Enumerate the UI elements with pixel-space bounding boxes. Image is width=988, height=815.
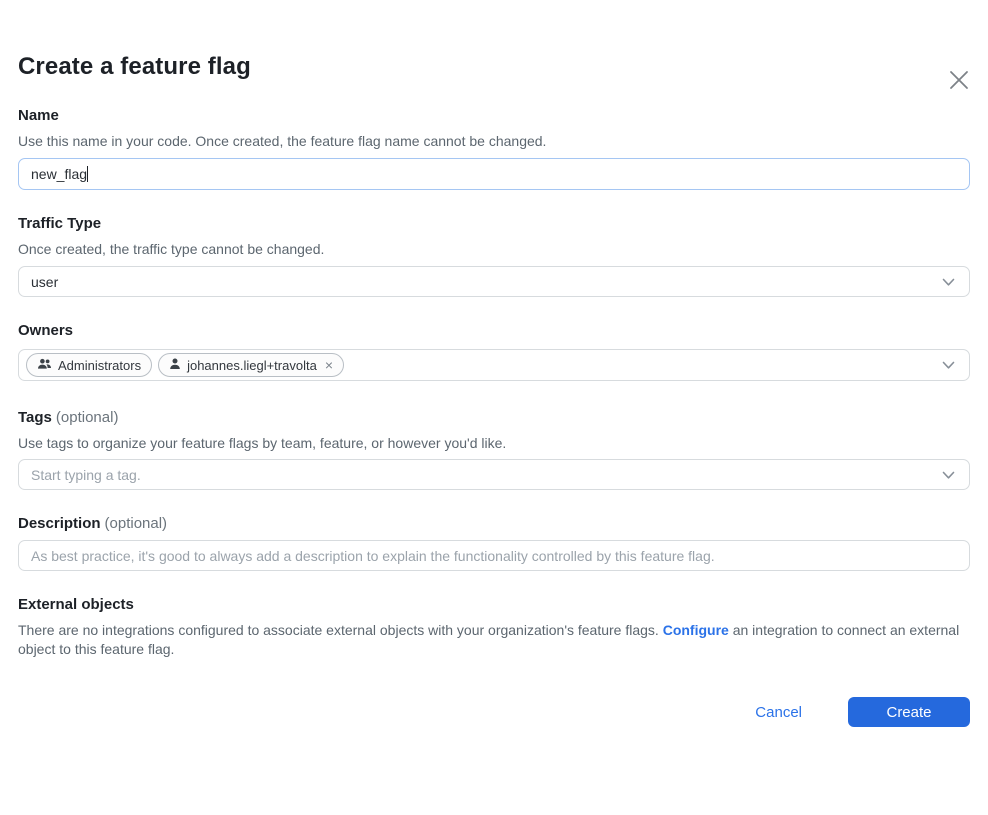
name-field-group: Name Use this name in your code. Once cr… (18, 108, 970, 190)
name-input-value: new_flag (31, 166, 87, 182)
remove-owner-icon[interactable]: × (325, 358, 333, 372)
tags-field-group: Tags(optional) Use tags to organize your… (18, 410, 970, 490)
traffic-type-field-group: Traffic Type Once created, the traffic t… (18, 216, 970, 297)
owner-chip-administrators: Administrators (26, 353, 152, 377)
description-optional-text: (optional) (105, 515, 168, 532)
create-button[interactable]: Create (848, 697, 970, 727)
description-label: Description(optional) (18, 516, 970, 532)
tags-label: Tags(optional) (18, 410, 970, 426)
name-label: Name (18, 108, 970, 124)
description-field-group: Description(optional) (18, 516, 970, 571)
external-objects-text-before: There are no integrations configured to … (18, 622, 663, 638)
traffic-type-help-text: Once created, the traffic type cannot be… (18, 241, 970, 257)
external-objects-text: There are no integrations configured to … (18, 621, 970, 659)
owner-chip-label: johannes.liegl+travolta (187, 358, 317, 373)
external-objects-group: External objects There are no integratio… (18, 597, 970, 659)
tags-optional-text: (optional) (56, 409, 119, 426)
owner-chip-label: Administrators (58, 358, 141, 373)
configure-link[interactable]: Configure (663, 622, 729, 638)
person-icon (169, 358, 181, 373)
cancel-button[interactable]: Cancel (729, 698, 828, 727)
tags-select[interactable]: Start typing a tag. (18, 459, 970, 490)
tags-label-text: Tags (18, 409, 52, 426)
description-input[interactable] (18, 540, 970, 571)
description-label-text: Description (18, 515, 101, 532)
chevron-down-icon (942, 357, 955, 373)
traffic-type-selected-value: user (31, 274, 58, 290)
name-help-text: Use this name in your code. Once created… (18, 133, 970, 149)
owners-field-group: Owners Administrators (18, 323, 970, 381)
group-icon (37, 358, 52, 373)
modal-footer: Cancel Create (18, 697, 970, 727)
traffic-type-select[interactable]: user (18, 266, 970, 297)
chevron-down-icon (942, 274, 955, 290)
tags-placeholder: Start typing a tag. (31, 467, 141, 483)
tags-help-text: Use tags to organize your feature flags … (18, 435, 970, 451)
close-button[interactable] (946, 68, 972, 94)
owners-label: Owners (18, 323, 970, 339)
create-feature-flag-modal: Create a feature flag Name Use this name… (0, 52, 988, 815)
traffic-type-label: Traffic Type (18, 216, 970, 232)
external-objects-label: External objects (18, 597, 970, 613)
owner-chip-user: johannes.liegl+travolta × (158, 353, 344, 377)
close-icon (948, 69, 970, 94)
owners-select[interactable]: Administrators johannes.liegl+travolta × (18, 349, 970, 381)
chevron-down-icon (942, 467, 955, 483)
page-title: Create a feature flag (18, 52, 970, 82)
owners-chip-list: Administrators johannes.liegl+travolta × (26, 353, 344, 377)
text-cursor (87, 166, 88, 182)
name-input[interactable]: new_flag (18, 158, 970, 190)
